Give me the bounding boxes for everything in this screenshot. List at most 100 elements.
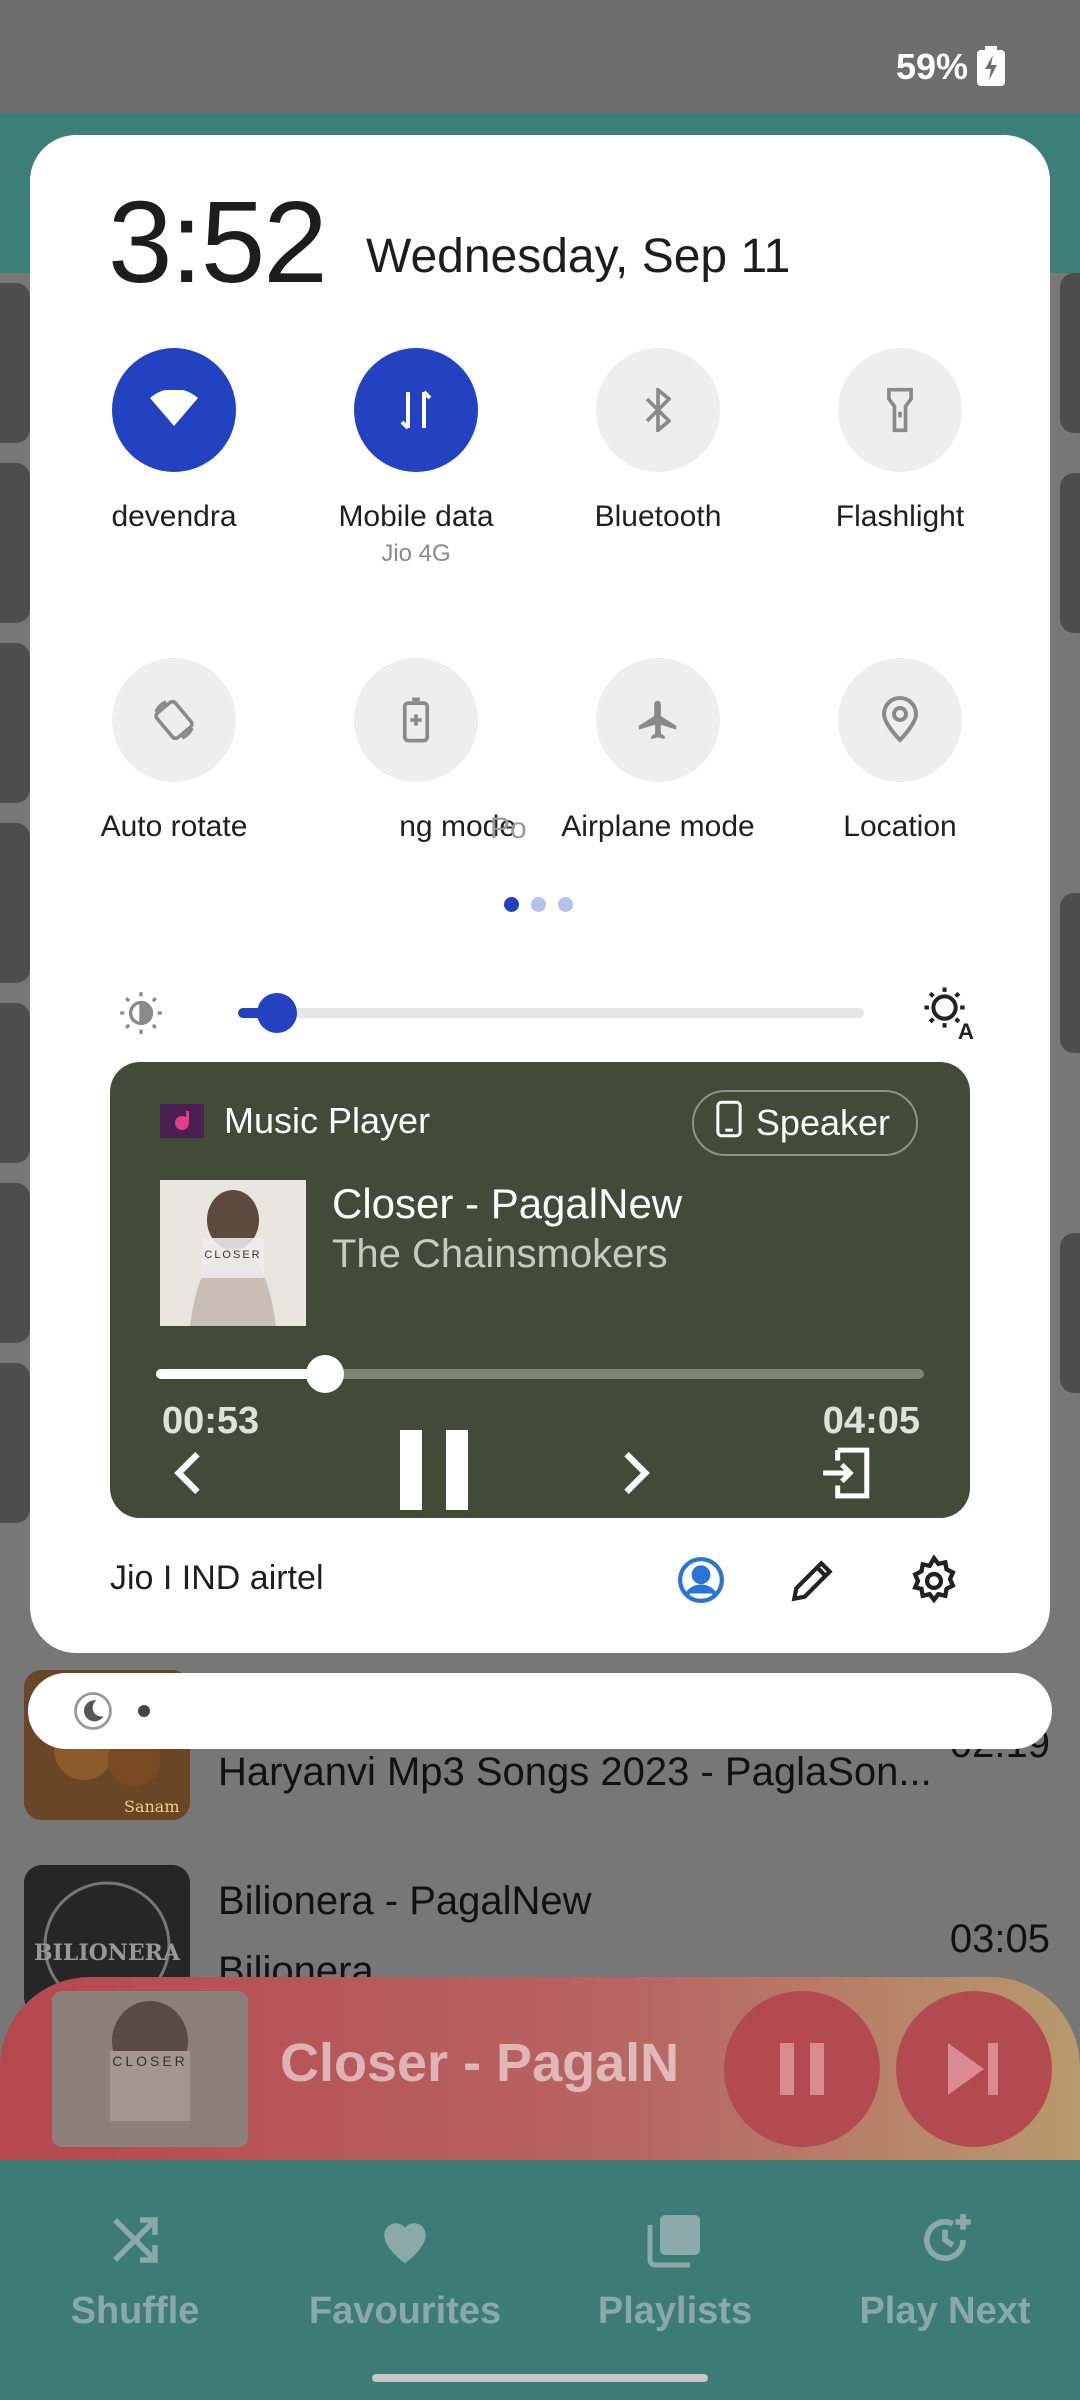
list-item-peek — [1060, 273, 1080, 433]
battery-saver-icon — [354, 658, 478, 782]
list-item-peek — [0, 823, 30, 983]
tile-label: Airplane mode — [561, 810, 755, 843]
media-app-name: Music Player — [224, 1100, 431, 1141]
now-playing-album-art: CLOSER — [52, 1991, 248, 2147]
svg-text:Sanam: Sanam — [124, 1797, 180, 1816]
auto-rotate-icon — [112, 658, 236, 782]
list-item-peek — [0, 1363, 30, 1523]
play-next-icon — [810, 2190, 1080, 2290]
tile-airplane-mode[interactable]: Airplane mode — [538, 658, 778, 844]
list-item-peek — [1060, 473, 1080, 633]
quick-settings-panel: 3:52 Wednesday, Sep 11 devendra Mobile d… — [30, 135, 1050, 1653]
mobile-data-icon — [354, 348, 478, 472]
seek-bar-thumb[interactable] — [305, 1355, 344, 1393]
brightness-low-icon — [116, 988, 166, 1043]
seek-bar-fill — [156, 1369, 325, 1379]
nav-playlists[interactable]: Playlists — [540, 2190, 810, 2333]
svg-text:CLOSER: CLOSER — [112, 2053, 188, 2069]
previous-icon[interactable] — [172, 1450, 202, 1501]
gesture-handle[interactable] — [372, 2374, 708, 2382]
total-time: 04:05 — [822, 1400, 920, 1442]
list-item-peek — [1060, 1233, 1080, 1393]
mini-next-button[interactable] — [896, 1991, 1052, 2147]
airplane-icon — [596, 658, 720, 782]
output-device-label: Speaker — [755, 1102, 890, 1143]
tile-label: Bluetooth — [594, 500, 722, 533]
svg-text:BILIONERA: BILIONERA — [34, 1940, 181, 1966]
list-item-peek — [0, 283, 30, 443]
tile-flashlight[interactable]: Flashlight — [780, 348, 1020, 534]
nav-shuffle[interactable]: Shuffle — [0, 2190, 270, 2333]
auto-brightness-icon[interactable]: A — [920, 983, 978, 1046]
date[interactable]: Wednesday, Sep 11 — [366, 229, 790, 284]
brightness-slider[interactable] — [238, 993, 864, 1033]
now-playing-bar[interactable]: CLOSER Closer - PagalN — [0, 1977, 1080, 2160]
nav-play-next[interactable]: Play Next — [810, 2190, 1080, 2333]
notification-pill[interactable] — [28, 1673, 1052, 1749]
user-account-icon[interactable] — [676, 1555, 726, 1610]
location-icon — [838, 658, 962, 782]
flashlight-icon — [838, 348, 962, 472]
bluetooth-icon — [596, 348, 720, 472]
tile-sublabel: Jio 4G — [381, 540, 451, 567]
tile-label: ng mode — [399, 810, 516, 843]
tile-label: Mobile data — [338, 500, 494, 533]
track-title: Closer - PagalNew — [332, 1180, 683, 1227]
nav-label: Playlists — [597, 2290, 753, 2332]
tile-label: Auto rotate — [100, 810, 248, 843]
list-item-peek — [0, 463, 30, 623]
tile-mobile-data[interactable]: Mobile data Jio 4G — [296, 348, 536, 568]
brightness-slider-thumb[interactable] — [256, 993, 297, 1033]
more-indicator — [138, 1705, 150, 1717]
nav-favourites[interactable]: Favourites — [270, 2190, 540, 2333]
tile-location[interactable]: Location — [780, 658, 1020, 844]
seek-bar[interactable] — [156, 1355, 924, 1393]
battery-percentage: 59% — [895, 46, 968, 87]
list-item-peek — [1060, 893, 1080, 1053]
clock[interactable]: 3:52 — [108, 175, 328, 309]
media-player-card[interactable]: Music Player Speaker CLOSER Closer - Pag… — [110, 1062, 970, 1518]
page-dot — [504, 897, 519, 912]
tile-auto-rotate[interactable]: Auto rotate — [54, 658, 294, 844]
music-player-app-icon — [160, 1104, 204, 1138]
elapsed-time: 00:53 — [162, 1400, 260, 1442]
nav-label: Play Next — [859, 2290, 1031, 2332]
battery-charging-icon — [977, 46, 1005, 91]
now-playing-title: Closer - PagalN — [280, 2033, 680, 2093]
next-icon[interactable] — [622, 1450, 652, 1501]
tile-label: devendra — [111, 500, 237, 533]
album-art: CLOSER — [160, 1180, 306, 1326]
tile-label-partial: Po — [490, 812, 527, 845]
output-device-button[interactable]: Speaker — [691, 1090, 918, 1156]
edit-icon[interactable] — [788, 1555, 838, 1610]
list-item-peek — [0, 1003, 30, 1163]
mini-pause-button[interactable] — [724, 1991, 880, 2147]
shuffle-icon — [0, 2190, 270, 2290]
svg-text:A: A — [958, 1019, 974, 1041]
wifi-icon — [112, 348, 236, 472]
page-indicator — [504, 897, 573, 912]
nav-label: Favourites — [308, 2290, 502, 2332]
tile-battery-saver[interactable]: ng mode — [316, 658, 516, 844]
phone-speaker-icon — [716, 1100, 742, 1147]
list-item-peek — [0, 1183, 30, 1343]
exit-icon[interactable] — [818, 1446, 874, 1505]
song-title: Bilionera - PagalNew — [218, 1879, 592, 1923]
tile-bluetooth[interactable]: Bluetooth — [538, 348, 778, 534]
bedtime-moon-icon — [72, 1690, 114, 1737]
settings-icon[interactable] — [908, 1554, 960, 1612]
list-item-peek — [0, 643, 30, 803]
song-title: Haryanvi Mp3 Songs 2023 - PaglaSon... — [218, 1750, 932, 1794]
playlist-icon — [540, 2190, 810, 2290]
page-dot — [558, 897, 573, 912]
pause-icon[interactable] — [398, 1428, 470, 1517]
song-duration: 03:05 — [949, 1917, 1050, 1961]
track-artist: The Chainsmokers — [332, 1232, 668, 1276]
page-dot — [531, 897, 546, 912]
heart-icon — [270, 2190, 540, 2290]
tile-wifi[interactable]: devendra — [54, 348, 294, 534]
carrier-label: Jio I IND airtel — [110, 1559, 324, 1597]
svg-text:CLOSER: CLOSER — [204, 1249, 261, 1261]
tile-label: Location — [843, 810, 957, 843]
tile-label: Flashlight — [835, 500, 965, 533]
